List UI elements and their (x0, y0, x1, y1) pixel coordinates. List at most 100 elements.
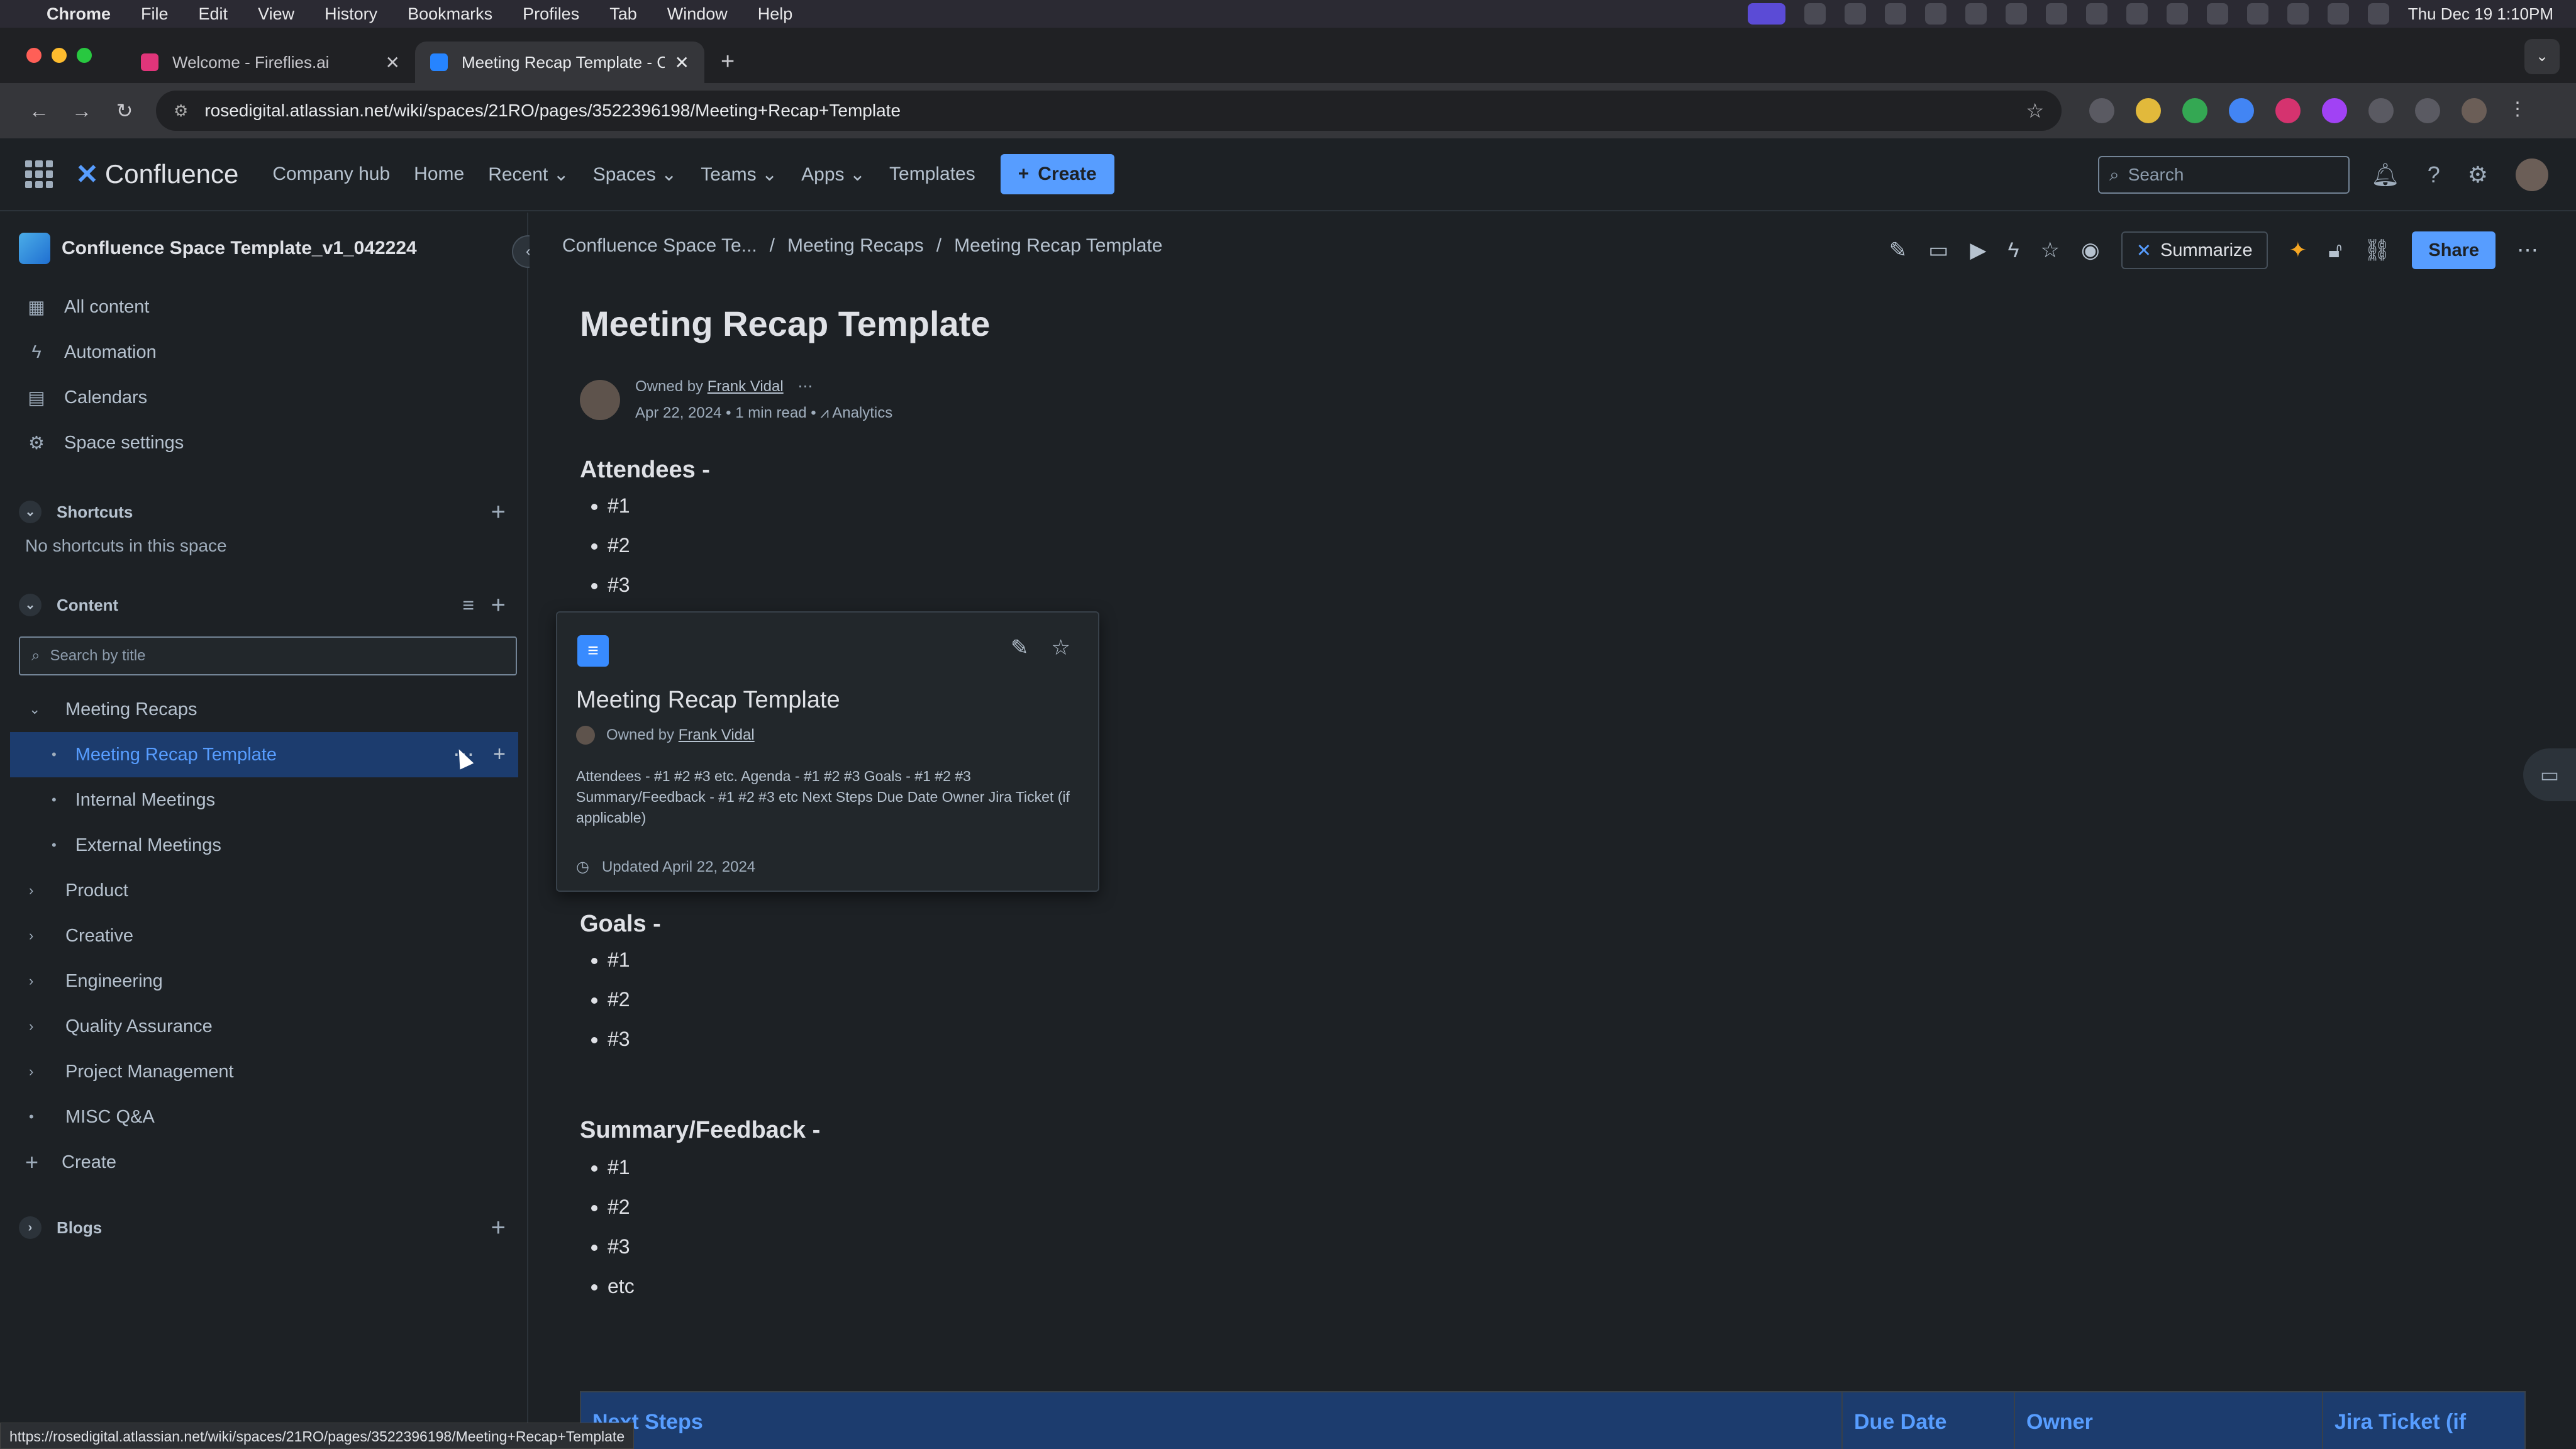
moon-icon[interactable] (2166, 3, 2188, 25)
star-icon[interactable]: ☆ (1052, 635, 1070, 660)
tree-item-product[interactable]: › Product (0, 868, 527, 913)
nav-spaces[interactable]: Spaces ⌄ (593, 164, 677, 186)
spotlight-icon[interactable] (2287, 3, 2309, 25)
extension-icon[interactable] (2136, 98, 2161, 123)
tree-item-misc-qa[interactable]: • MISC Q&A (0, 1094, 527, 1140)
search-tool-icon[interactable] (1844, 3, 1866, 25)
edit-pencil-icon[interactable]: ✎ (1889, 238, 1907, 263)
sidebar-item-automation[interactable]: ϟ Automation (0, 330, 527, 375)
menu-help[interactable]: Help (758, 4, 793, 24)
chevron-right-icon[interactable]: › (29, 928, 49, 944)
menu-history[interactable]: History (325, 4, 377, 24)
bookmark-star-icon[interactable]: ☆ (2026, 99, 2044, 123)
chevron-right-icon[interactable]: › (19, 1216, 42, 1239)
new-tab-icon[interactable]: + (721, 48, 735, 75)
siri-icon[interactable] (2367, 3, 2389, 25)
search-input[interactable]: ⌕ Search (2098, 156, 2350, 194)
help-icon[interactable]: ? (2428, 162, 2440, 188)
content-section[interactable]: ⌄ Content ≡ + (0, 581, 527, 629)
tree-item-internal-meetings[interactable]: • Internal Meetings (0, 777, 527, 823)
zoom-window-button[interactable] (77, 48, 92, 63)
extension-icon[interactable] (2322, 98, 2347, 123)
sidebar-item-calendars[interactable]: ▤ Calendars (0, 375, 527, 420)
battery-icon[interactable] (2126, 3, 2148, 25)
shortcuts-section[interactable]: ⌄ Shortcuts + (0, 488, 527, 536)
notifications-icon[interactable]: 🔔︎ (2371, 162, 2400, 188)
breadcrumb-space[interactable]: Confluence Space Te... (562, 235, 757, 257)
back-icon[interactable]: ← (18, 99, 60, 123)
nav-teams[interactable]: Teams ⌄ (701, 164, 777, 186)
tab-fireflies[interactable]: Welcome - Fireflies.ai ✕ (126, 42, 415, 83)
breadcrumb-current[interactable]: Meeting Recap Template (954, 235, 1162, 257)
screen-share-icon[interactable] (1747, 3, 1785, 25)
chevron-down-icon[interactable]: ⌄ (29, 701, 49, 718)
drive-extension-icon[interactable] (2182, 98, 2207, 123)
tree-item-external-meetings[interactable]: • External Meetings (0, 823, 527, 868)
menu-profiles[interactable]: Profiles (523, 4, 579, 24)
summarize-button[interactable]: ✕ Summarize (2121, 231, 2268, 269)
close-icon[interactable]: ✕ (675, 52, 689, 73)
close-icon[interactable]: ✕ (386, 52, 400, 73)
breadcrumb-meeting-recaps[interactable]: Meeting Recaps (787, 235, 924, 257)
chevron-right-icon[interactable]: › (29, 1018, 49, 1035)
star-icon[interactable]: ☆ (2041, 238, 2060, 263)
avatar[interactable] (2516, 158, 2548, 191)
menu-file[interactable]: File (141, 4, 169, 24)
copy-link-icon[interactable]: ⛓ (2363, 238, 2390, 263)
tree-item-project-management[interactable]: › Project Management (0, 1049, 527, 1094)
sidebar-item-space-settings[interactable]: ⚙ Space settings (0, 420, 527, 465)
profile-avatar[interactable] (2462, 98, 2487, 123)
more-icon[interactable]: ⋯ (797, 378, 813, 395)
menu-tab[interactable]: Tab (609, 4, 637, 24)
wifi-icon[interactable] (2206, 3, 2228, 25)
tree-item-meeting-recap-template[interactable]: • Meeting Recap Template ⋯ + (10, 732, 518, 777)
url-field[interactable]: ⚙ rosedigital.atlassian.net/wiki/spaces/… (156, 91, 2062, 131)
menu-app[interactable]: Chrome (47, 4, 111, 24)
extension-icon[interactable] (2229, 98, 2254, 123)
figma-icon[interactable] (1884, 3, 1906, 25)
nav-company-hub[interactable]: Company hub (272, 164, 390, 186)
avatar[interactable] (580, 380, 620, 420)
page-hover-card[interactable]: ≡ ✎ ☆ Meeting Recap Template Owned by Fr… (556, 611, 1099, 892)
tree-item-engineering[interactable]: › Engineering (0, 958, 527, 1004)
owner-link[interactable]: Frank Vidal (708, 378, 784, 395)
create-content-button[interactable]: + Create (0, 1140, 527, 1185)
add-blog-icon[interactable]: + (491, 1214, 506, 1242)
menu-edit[interactable]: Edit (199, 4, 228, 24)
display-icon[interactable] (2045, 3, 2067, 25)
menu-view[interactable]: View (258, 4, 294, 24)
tree-item-meeting-recaps[interactable]: ⌄ Meeting Recaps (0, 687, 527, 732)
create-button[interactable]: + Create (1000, 154, 1114, 194)
bluetooth-icon[interactable] (2085, 3, 2107, 25)
share-button[interactable]: Share (2412, 231, 2496, 269)
reload-icon[interactable]: ↻ (103, 99, 146, 123)
sidebar-item-all-content[interactable]: ▦ All content (0, 284, 527, 330)
extension-icon[interactable] (2368, 98, 2394, 123)
settings-gear-icon[interactable]: ⚙ (2468, 162, 2488, 188)
more-actions-icon[interactable]: ⋯ (2517, 238, 2538, 263)
blogs-section[interactable]: › Blogs + (0, 1204, 527, 1252)
1password-icon[interactable] (2005, 3, 2027, 25)
nav-home[interactable]: Home (414, 164, 464, 186)
clock[interactable]: Thu Dec 19 1:10PM (2408, 4, 2553, 24)
control-center-icon[interactable] (2327, 3, 2349, 25)
menu-bookmarks[interactable]: Bookmarks (408, 4, 492, 24)
add-content-icon[interactable]: + (491, 591, 506, 619)
tab-confluence[interactable]: Meeting Recap Template - Co ✕ (415, 42, 704, 83)
chevron-right-icon[interactable]: › (29, 1063, 49, 1080)
extension-icon[interactable] (2089, 98, 2114, 123)
nav-templates[interactable]: Templates (889, 164, 975, 186)
chevron-down-icon[interactable]: ⌄ (19, 594, 42, 616)
add-child-icon[interactable]: + (493, 742, 506, 767)
add-shortcut-icon[interactable]: + (491, 498, 506, 526)
analytics-link[interactable]: Analytics (832, 404, 892, 421)
forward-icon[interactable]: → (60, 99, 103, 123)
inline-comments-icon[interactable]: ▭ (2523, 748, 2576, 801)
restrictions-lock-icon[interactable]: 🔓︎ (2328, 238, 2342, 263)
tree-item-quality-assurance[interactable]: › Quality Assurance (0, 1004, 527, 1049)
comment-icon[interactable]: ▭ (1928, 238, 1948, 263)
filter-icon[interactable]: ≡ (462, 594, 474, 617)
menu-window[interactable]: Window (667, 4, 728, 24)
confluence-logo[interactable]: ✕ Confluence (75, 158, 238, 191)
drive-icon[interactable] (1924, 3, 1946, 25)
